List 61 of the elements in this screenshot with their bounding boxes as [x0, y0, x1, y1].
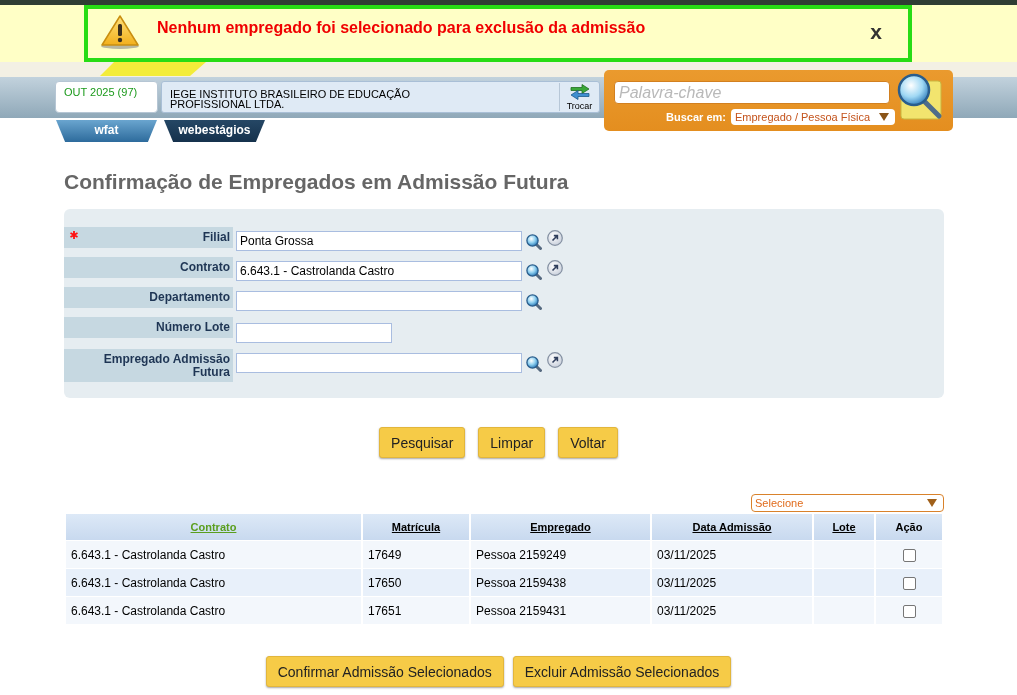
alert-message: Nenhum empregado foi selecionado para exclusão da admissão: [157, 19, 646, 37]
arrow-circle-icon[interactable]: [547, 230, 563, 246]
app-tab[interactable]: wfat: [56, 120, 157, 142]
field-label: Contrato: [180, 261, 230, 274]
column-header[interactable]: Empregado: [471, 514, 650, 540]
form-button[interactable]: Pesquisar: [379, 427, 466, 458]
arrow-circle-icon[interactable]: [547, 260, 563, 276]
text-field[interactable]: [236, 291, 522, 311]
field-label: Departamento: [149, 291, 230, 304]
search-icon: [895, 72, 943, 120]
table-cell: 17651: [363, 597, 469, 624]
page-title: Confirmação de Empregados em Admissão Futura: [64, 170, 570, 194]
search-icon[interactable]: [526, 234, 542, 250]
search-icon[interactable]: [526, 264, 542, 280]
action-select[interactable]: Selecione: [751, 494, 944, 512]
column-header[interactable]: Data Admissão: [652, 514, 812, 540]
keyword-field[interactable]: Palavra-chave: [614, 81, 890, 104]
caret-icon: [879, 113, 889, 121]
table-cell: 03/11/2025: [652, 597, 812, 624]
close-button[interactable]: x: [870, 21, 882, 43]
table-cell: [814, 541, 874, 568]
table-cell: 17649: [363, 541, 469, 568]
switch-button[interactable]: Trocar: [559, 83, 599, 111]
table-cell: 6.643.1 - Castrolanda Castro: [66, 569, 361, 596]
table-cell: 6.643.1 - Castrolanda Castro: [66, 541, 361, 568]
action-button[interactable]: Excluir Admissão Selecionados: [512, 656, 732, 687]
field-label: Empregado Admissão Futura: [102, 353, 230, 379]
table-cell: Pessoa 2159431: [471, 597, 650, 624]
company-name: IEGE INSTITUTO BRASILEIRO DE EDUCAÇÃO PROFISSIONAL LTDA.: [170, 89, 411, 112]
field-label: Filial: [202, 231, 230, 244]
column-header[interactable]: Lote: [814, 514, 874, 540]
table-cell: Pessoa 2159249: [471, 541, 650, 568]
text-field[interactable]: [236, 353, 522, 373]
period-box[interactable]: OUT 2025 (97): [55, 81, 158, 113]
text-field[interactable]: Ponta Grossa: [236, 231, 522, 251]
table-cell: Pessoa 2159438: [471, 569, 650, 596]
form-button[interactable]: Limpar: [478, 427, 546, 458]
search-icon[interactable]: [526, 294, 542, 310]
row-checkbox[interactable]: [902, 548, 916, 562]
field-label: Número Lote: [156, 321, 230, 334]
table-cell: 6.643.1 - Castrolanda Castro: [66, 597, 361, 624]
arrow-circle-icon[interactable]: [547, 352, 563, 368]
table-cell: 17650: [363, 569, 469, 596]
text-field[interactable]: [236, 323, 392, 343]
row-checkbox[interactable]: [902, 604, 916, 618]
action-button[interactable]: Confirmar Admissão Selecionados: [265, 656, 504, 687]
table-cell: 03/11/2025: [652, 541, 812, 568]
table-cell: 03/11/2025: [652, 569, 812, 596]
search-icon[interactable]: [526, 356, 542, 372]
warning-icon: [100, 15, 140, 49]
column-header[interactable]: Matrícula: [363, 514, 469, 540]
search-button[interactable]: [895, 72, 943, 120]
scope-select[interactable]: Empregado / Pessoa Física: [731, 109, 895, 125]
swap-arrows-icon: [568, 83, 591, 100]
caret-icon: [927, 499, 937, 507]
form-button[interactable]: Voltar: [558, 427, 618, 458]
column-header: Ação: [876, 514, 942, 540]
scope-label: Buscar em:: [666, 111, 726, 123]
app-tab[interactable]: webestágios: [164, 120, 265, 142]
text-field[interactable]: 6.643.1 - Castrolanda Castro: [236, 261, 522, 281]
row-checkbox[interactable]: [902, 576, 916, 590]
